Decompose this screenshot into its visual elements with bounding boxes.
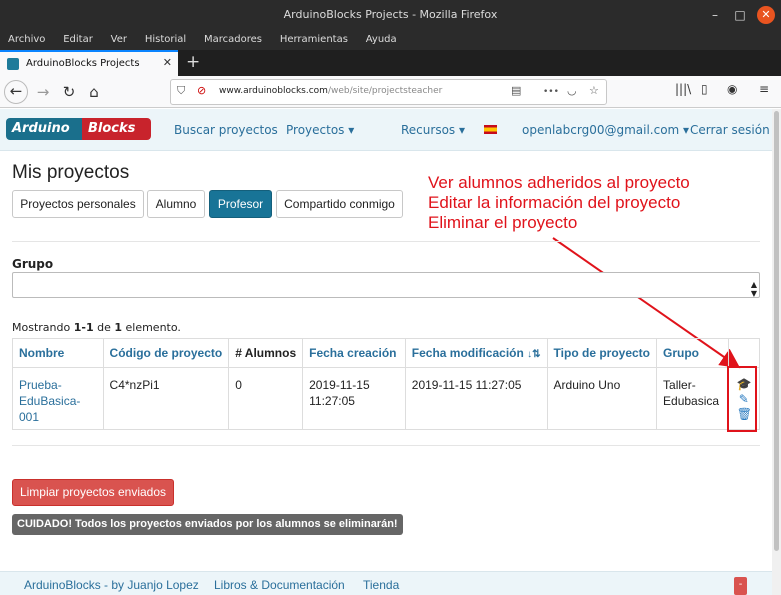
cell-nombre[interactable]: Prueba-EduBasica-001 (12, 367, 104, 430)
sidebar-icon[interactable]: ▯ (701, 82, 708, 96)
menu-archivo[interactable]: Archivo (8, 30, 45, 45)
nav-recursos-dropdown[interactable]: Recursos ▾ (401, 123, 465, 137)
pocket-icon[interactable]: ◡ (567, 84, 577, 97)
annotation-highlight-box (727, 366, 757, 432)
page-actions-icon[interactable]: ••• (543, 87, 559, 97)
cell-codigo: C4*nzPi1 (102, 367, 230, 430)
col-nombre[interactable]: Nombre (12, 338, 104, 368)
col-fecha-creacion[interactable]: Fecha creación (302, 338, 406, 368)
annotation-line-edit: Editar la información del proyecto (428, 193, 681, 212)
results-summary: Mostrando 1-1 de 1 elemento. (12, 321, 181, 334)
window-titlebar: ArduinoBlocks Projects - Mozilla Firefox… (0, 0, 781, 30)
annotation-line-students: Ver alumnos adheridos al proyecto (428, 173, 690, 192)
reload-button[interactable]: ↻ (57, 80, 81, 104)
divider (12, 445, 760, 446)
col-grupo[interactable]: Grupo (656, 338, 729, 368)
library-icon[interactable]: |||\ (675, 82, 691, 96)
grupo-select[interactable]: ▲ ▼ (12, 272, 760, 298)
logo-arduino: Arduino (6, 118, 82, 140)
nav-proyectos-dropdown[interactable]: Proyectos ▾ (286, 123, 354, 137)
table-row: Prueba-EduBasica-001 C4*nzPi1 0 2019-11-… (12, 367, 761, 430)
tab-profesor[interactable]: Profesor (209, 190, 272, 218)
site-footer: ArduinoBlocks - by Juanjo Lopez Libros &… (0, 571, 772, 595)
col-alumnos: # Alumnos (228, 338, 304, 368)
tab-label: ArduinoBlocks Projects (26, 58, 140, 69)
menu-marcadores[interactable]: Marcadores (204, 30, 262, 45)
spain-flag-icon[interactable] (484, 125, 497, 134)
footer-collapse-button[interactable]: - (734, 577, 747, 595)
reader-view-icon[interactable]: ▤ (511, 84, 521, 97)
insecure-lock-icon[interactable]: ⊘ (197, 84, 206, 97)
menu-ver[interactable]: Ver (111, 30, 127, 45)
shield-icon[interactable]: ⛉ (177, 84, 185, 98)
arduinoblocks-logo[interactable]: Arduino Blocks (6, 118, 151, 140)
col-actions (727, 338, 761, 368)
divider (12, 241, 760, 242)
page-scrollbar[interactable] (772, 109, 781, 595)
maximize-button[interactable]: □ (731, 6, 749, 24)
col-fecha-modificacion[interactable]: Fecha modificación ↓⇅ (404, 338, 548, 368)
home-button[interactable]: ⌂ (82, 80, 106, 104)
cell-creacion: 2019-11-15 11:27:05 (302, 367, 406, 430)
favicon-icon (7, 58, 19, 70)
minimize-button[interactable]: – (706, 6, 724, 24)
select-arrow-icon: ▲ ▼ (750, 280, 757, 298)
annotation-line-delete: Eliminar el proyecto (428, 213, 578, 232)
site-navbar: Arduino Blocks Buscar proyectos Proyecto… (0, 109, 772, 151)
menu-historial[interactable]: Historial (145, 30, 186, 45)
close-window-button[interactable]: ✕ (757, 6, 775, 24)
tab-compartido-conmigo[interactable]: Compartido conmigo (276, 190, 403, 218)
cell-alumnos: 0 (228, 367, 304, 430)
cell-modificacion: 2019-11-15 11:27:05 (404, 367, 548, 430)
clear-submitted-projects-button[interactable]: Limpiar proyectos enviados (12, 479, 174, 506)
url-text[interactable]: www.arduinoblocks.com/web/site/projectst… (219, 86, 442, 96)
warning-badge: CUIDADO! Todos los proyectos enviados po… (12, 514, 403, 535)
cell-tipo: Arduino Uno (546, 367, 658, 430)
footer-link-author[interactable]: ArduinoBlocks - by Juanjo Lopez (24, 578, 199, 592)
nav-buscar-proyectos[interactable]: Buscar proyectos (174, 123, 278, 137)
scrollbar-thumb[interactable] (774, 111, 779, 551)
menu-editar[interactable]: Editar (63, 30, 93, 45)
projects-table: Nombre Código de proyecto # Alumnos Fech… (12, 338, 761, 430)
hamburger-menu-icon[interactable]: ≡ (759, 82, 769, 96)
new-tab-button[interactable]: + (186, 52, 200, 72)
url-bar[interactable]: ⛉ ⊘ www.arduinoblocks.com/web/site/proje… (170, 79, 607, 105)
menu-ayuda[interactable]: Ayuda (366, 30, 397, 45)
annotation-text: Ver alumnos adheridos al proyecto Editar… (428, 173, 690, 233)
web-page: Arduino Blocks Buscar proyectos Proyecto… (0, 109, 772, 595)
tab-strip: ArduinoBlocks Projects ✕ + (0, 50, 781, 76)
bookmark-star-icon[interactable]: ☆ (589, 84, 599, 97)
browser-tab[interactable]: ArduinoBlocks Projects ✕ (0, 50, 178, 76)
forward-button[interactable]: → (31, 80, 55, 104)
col-tipo[interactable]: Tipo de proyecto (546, 338, 658, 368)
menu-bar: Archivo Editar Ver Historial Marcadores … (0, 30, 781, 50)
sort-desc-icon: ↓⇅ (527, 349, 541, 360)
menu-herramientas[interactable]: Herramientas (280, 30, 348, 45)
back-button[interactable]: ← (4, 80, 28, 104)
account-icon[interactable]: ◉ (727, 82, 737, 96)
cell-grupo: Taller-Edubasica (656, 367, 729, 430)
navigation-bar: ← → ↻ ⌂ ⛉ ⊘ www.arduinoblocks.com/web/si… (0, 76, 781, 108)
window-title: ArduinoBlocks Projects - Mozilla Firefox (283, 8, 498, 21)
col-codigo[interactable]: Código de proyecto (102, 338, 230, 368)
nav-user-dropdown[interactable]: openlabcrg00@gmail.com ▾ (522, 123, 689, 137)
page-title: Mis proyectos (12, 162, 130, 183)
logo-blocks: Blocks (82, 118, 151, 140)
nav-cerrar-sesion[interactable]: Cerrar sesión (690, 123, 770, 137)
footer-link-tienda[interactable]: Tienda (363, 578, 399, 592)
tab-proyectos-personales[interactable]: Proyectos personales (12, 190, 144, 218)
tab-alumno[interactable]: Alumno (147, 190, 205, 218)
footer-link-docs[interactable]: Libros & Documentación (214, 578, 345, 592)
grupo-label: Grupo (12, 257, 54, 271)
tab-close-icon[interactable]: ✕ (163, 56, 172, 69)
